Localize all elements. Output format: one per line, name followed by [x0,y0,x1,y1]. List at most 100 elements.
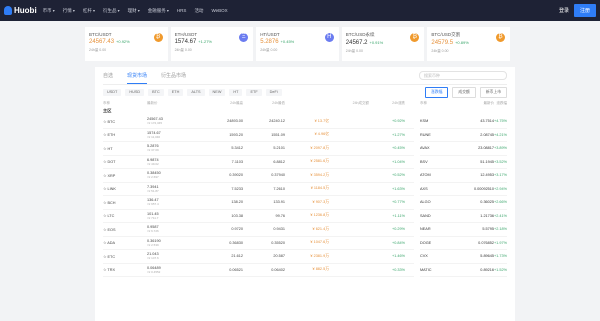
price-cny: ≈¥ 2.539 [147,242,159,247]
filter-chip[interactable]: NEW [208,88,226,96]
high: 0.36830 [229,240,243,245]
table-row[interactable]: ☆ LINK 7.3941 ≈¥ 51.87 7.5233 7.2610 ¥ 1184.5… [103,183,415,196]
register-button[interactable]: 注册 [573,4,596,17]
table-row[interactable]: ☆ ETC 21.043 ≈¥ 147.6 21.612 20.587 ¥ 2381.9万… [103,250,415,264]
filter-chip[interactable]: HUSD [125,88,145,96]
list-item[interactable]: MATIC 0.89216 +1.52% [420,264,507,277]
price: 5.5795 [482,227,495,232]
filter-chip[interactable]: ETF [246,88,262,96]
list-item[interactable]: CVX 5.89645 +1.73% [420,250,507,264]
nav-item[interactable]: 衍生品 [103,8,120,14]
table-row[interactable]: ☆ BTC 24567.43 ≈¥ 172,345 24893.00 24240.12 ¥… [103,115,415,129]
list-item[interactable]: RUNE 2.08745 +4.21% [420,129,507,142]
nav-item[interactable]: WeBOX [211,8,227,14]
amount: ¥ 4.96亿 [314,132,329,137]
list-item[interactable]: BSV 51.1945 +3.52% [420,156,507,169]
change: +2.94% [494,186,507,191]
change: +1.27% [392,132,405,137]
nav-item[interactable]: 活动 [194,8,203,14]
ticker-name: HT/USDT [260,32,280,37]
ticker-card[interactable]: BTC/USD交割 24579.5 +0.89% 24h量 0.00 ₿ [427,27,510,61]
ticker-card[interactable]: BTC/USD永续 24567.2 +0.91% 24h量 0.00 ₿ [341,27,425,61]
coin-symbol: LINK [107,187,116,192]
price: 12.4953 [480,173,495,178]
ticker-card[interactable]: BTC/USDT 24567.43 +0.92% 24h量 0.00 ₿ [85,27,168,61]
amount: ¥ 907.3万 [312,199,329,204]
amount: ¥ 3594.2万 [310,172,329,177]
price: 0.076852 [478,240,495,245]
ticker-price-value: 24567.43 [89,39,115,45]
filter-chip[interactable]: USDT [103,88,122,96]
price-cny: ≈¥ 0.4552 [147,269,161,274]
new-listing-button[interactable]: 新币上市 [479,86,507,98]
list-item[interactable]: AXS 0.00092510 +2.94% [420,183,507,196]
tab-derivatives[interactable]: 衍生品市场 [161,72,186,79]
table-row[interactable]: ☆ TRX 0.06489 ≈¥ 0.4552 0.06521 0.06402 ¥ 882… [103,264,415,277]
coin-symbol: ETC [107,254,116,259]
ticker-card[interactable]: HT/USDT 5.2876 +0.45% 24h量 0.00 H [256,27,339,61]
tab-spot[interactable]: 现货市场 [127,72,148,84]
filter-chip[interactable]: BTC [148,88,164,96]
price: 0.9587 ≈¥ 6.726 [147,225,195,233]
price: 0.06489 ≈¥ 0.4552 [147,266,195,274]
change: +1.46% [392,254,405,259]
list-item[interactable]: DOGE 0.076852 +1.97% [420,237,507,250]
col-change: 涨跌幅 [496,100,508,105]
list-item[interactable]: NEAR 5.5795 +2.18% [420,223,507,237]
ticker-price-value: 1574.67 [174,39,197,45]
filter-chip[interactable]: ALTS [187,88,205,96]
ticker-price: 24567.2 +0.91% [346,40,421,46]
change: +1.63% [392,186,405,191]
ticker-price: 5.2876 +0.45% [260,39,335,45]
filter-chip[interactable]: DeFi [265,88,282,96]
price: 5.89645 [480,254,495,259]
change: +3.52% [494,159,507,164]
high: 5.3412 [231,146,243,151]
nav-item[interactable]: 杠杆 [83,8,95,14]
ticker-change: +1.27% [198,39,212,44]
ticker-price: 24567.43 +0.92% [89,39,164,45]
nav-item[interactable]: 金融服务 [148,8,169,14]
coin-symbol: DOGE [420,240,432,245]
search-input[interactable]: 搜索币种 [419,71,507,80]
table-row[interactable]: ☆ XRP 0.38450 ≈¥ 2.697 0.39020 0.37940 ¥ 3594… [103,169,415,183]
list-item[interactable]: ATOM 12.4953 +3.17% [420,169,507,183]
coin-name: ☆ DOT [103,159,147,164]
nav-item[interactable]: 币币 [43,8,55,14]
sort-volume-button[interactable]: 成交额 [452,86,476,98]
table-row[interactable]: ☆ DOT 6.9874 ≈¥ 49.02 7.1103 6.8812 ¥ 2581.6万… [103,156,415,169]
filter-chip[interactable]: ETH [167,88,184,96]
table-row[interactable]: ☆ BCH 136.47 ≈¥ 957.4 138.20 133.91 ¥ 907.3万 +… [103,196,415,210]
sort-change-button[interactable]: 涨跌幅 [425,86,449,98]
nav-item[interactable]: 理财 [128,8,140,14]
low: 99.76 [275,213,285,218]
nav-item[interactable]: HRS [177,8,187,14]
filter-chip[interactable]: HT [229,88,243,96]
price-cny: ≈¥ 957.4 [147,202,159,207]
price: 24567.43 ≈¥ 172,345 [147,117,195,125]
list-item[interactable]: KSM 43.7514 +4.75% [420,115,507,129]
table-row[interactable]: ☆ LTC 101.45 ≈¥ 711.7 103.38 99.76 ¥ 1236.8万 +… [103,210,415,223]
list-item[interactable]: AVAX 23.08817 +3.89% [420,142,507,156]
coin-name: ☆ ETH [103,132,147,137]
coin-symbol: CVX [420,254,428,259]
table-row[interactable]: ☆ HT 5.2876 ≈¥ 37.09 5.3412 5.2101 ¥ 2097.8万 +… [103,142,415,156]
price-cny: ≈¥ 711.7 [147,215,159,220]
table-row[interactable]: ☆ EOS 0.9587 ≈¥ 6.726 0.9720 0.9431 ¥ 621.4万 +… [103,223,415,237]
change: +0.29% [392,227,405,232]
list-item[interactable]: SAND 1.21736 +2.41% [420,210,507,223]
huobi-logo[interactable]: Huobi [4,6,37,15]
change: +2.41% [494,213,507,218]
table-row[interactable]: ☆ ADA 0.36190 ≈¥ 2.539 0.36830 0.35520 ¥ 1047… [103,237,415,250]
tab-favorites[interactable]: 自选 [103,72,113,79]
list-item[interactable]: ALGO 0.36025 +2.66% [420,196,507,210]
login-button[interactable]: 登录 [559,7,569,14]
ticker-card[interactable]: ETH/USDT 1574.67 +1.27% 24h量 0.00 Ξ [170,27,254,61]
market-panel: 自选 现货市场 衍生品市场 搜索币种 USDT HUSD BTC ETH ALTS NEW… [95,67,515,321]
nav-item[interactable]: 行情 [63,8,75,14]
ticker-price: 24579.5 +0.89% [431,40,506,46]
change: +0.92% [392,119,405,124]
change: +0.45% [392,146,405,151]
table-row[interactable]: ☆ ETH 1574.67 ≈¥ 11,046 1593.20 1551.09 ¥ 4.9… [103,129,415,142]
coin-name: ☆ BCH [103,200,147,205]
